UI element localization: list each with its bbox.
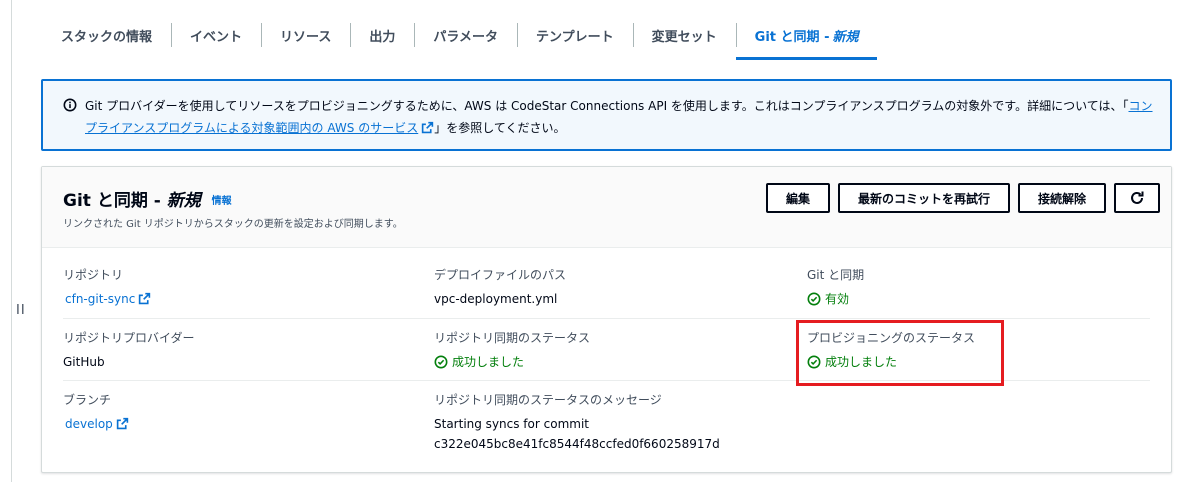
details-row: リポジトリ cfn-git-sync デプロイファイルのパス vpc-deplo… xyxy=(63,267,1150,309)
tab-label: 変更セット xyxy=(651,29,717,45)
action-buttons: 編集 最新のコミットを再試行 接続解除 xyxy=(765,183,1160,213)
git-sync-status: 有効 xyxy=(807,289,1150,309)
deploy-file-path-field: デプロイファイルのパス vpc-deployment.yml xyxy=(434,267,807,309)
info-link[interactable]: 情報 xyxy=(212,196,232,207)
info-alert: Git プロバイダーを使用してリソースをプロビジョニングするために、AWS は … xyxy=(41,79,1172,151)
tab-template[interactable]: テンプレート xyxy=(517,10,633,60)
field-label: ブランチ xyxy=(63,393,112,407)
status-message-line: Starting syncs for commit xyxy=(434,417,589,431)
new-badge: 新規 xyxy=(166,191,201,211)
details-row: ブランチ develop リポジトリ同期のステータスのメッセージ Startin… xyxy=(63,392,1150,454)
tab-outputs[interactable]: 出力 xyxy=(350,10,414,60)
edit-button[interactable]: 編集 xyxy=(765,183,830,213)
repository-link[interactable]: cfn-git-sync xyxy=(63,289,434,309)
branch-value: develop xyxy=(65,417,113,431)
tab-bar: スタックの情報 イベント リソース 出力 パラメータ テンプレート 変更セット … xyxy=(42,10,1172,60)
left-rail xyxy=(0,0,12,482)
new-badge: 新規 xyxy=(832,29,859,45)
branch-link[interactable]: develop xyxy=(63,414,434,434)
field-label: リポジトリ同期のステータス xyxy=(434,331,591,345)
tab-label: パラメータ xyxy=(433,29,499,45)
repo-sync-status: 成功しました xyxy=(434,352,807,372)
refresh-button[interactable] xyxy=(1114,183,1160,213)
sync-status-message-field: リポジトリ同期のステータスのメッセージ Starting syncs for c… xyxy=(434,392,807,454)
panel-title-text: Git と同期 - xyxy=(63,191,161,211)
success-check-icon xyxy=(807,292,821,306)
alert-text-part: Git プロバイダーを使用してリソースをプロビジョニングするために、AWS は … xyxy=(85,99,1129,113)
row-divider xyxy=(63,318,1150,319)
panel-title: Git と同期 - 新規 情報 xyxy=(63,186,232,211)
repository-field: リポジトリ cfn-git-sync xyxy=(63,267,434,309)
tab-events[interactable]: イベント xyxy=(171,10,261,60)
retry-latest-commit-button[interactable]: 最新のコミットを再試行 xyxy=(837,183,1010,213)
git-sync-field: Git と同期 有効 xyxy=(807,267,1150,309)
alert-message: Git プロバイダーを使用してリソースをプロビジョニングするために、AWS は … xyxy=(85,95,1154,139)
highlight-annotation xyxy=(796,320,1004,386)
commit-hash: c322e045bc8e41fc8544f48ccfed0f660258917d xyxy=(434,437,720,451)
tab-label: イベント xyxy=(190,29,243,45)
repository-provider-value: GitHub xyxy=(63,355,105,369)
tab-label: スタックの情報 xyxy=(61,29,153,45)
field-label: リポジトリ同期のステータスのメッセージ xyxy=(434,393,662,407)
branch-field: ブランチ develop xyxy=(63,392,434,454)
panel-description: リンクされた Git リポジトリからスタックの更新を設定および同期します。 xyxy=(63,219,403,230)
repository-value: cfn-git-sync xyxy=(65,292,136,306)
field-label: Git と同期 xyxy=(807,268,865,282)
external-link-icon xyxy=(116,417,128,430)
empty-cell xyxy=(807,392,1150,454)
external-link-icon xyxy=(422,121,434,134)
repository-provider-field: リポジトリプロバイダー GitHub xyxy=(63,330,434,372)
tab-parameters[interactable]: パラメータ xyxy=(414,10,517,60)
tab-resources[interactable]: リソース xyxy=(261,10,350,60)
info-icon xyxy=(63,98,77,112)
tab-stack-info[interactable]: スタックの情報 xyxy=(42,10,171,60)
alert-text-part: 」を参照してください。 xyxy=(434,121,566,135)
disconnect-button[interactable]: 接続解除 xyxy=(1017,183,1106,213)
refresh-icon xyxy=(1131,191,1144,204)
status-text: 成功しました xyxy=(452,355,525,369)
tab-label: テンプレート xyxy=(536,29,614,45)
git-sync-panel: Git と同期 - 新規 情報 リンクされた Git リポジトリからスタックの更… xyxy=(41,166,1172,473)
field-label: リポジトリプロバイダー xyxy=(63,331,195,345)
status-text: 有効 xyxy=(825,292,850,306)
field-label: リポジトリ xyxy=(63,268,124,282)
external-link-icon xyxy=(139,292,151,305)
tab-label: リソース xyxy=(280,29,332,45)
tab-label: 出力 xyxy=(369,29,396,45)
repo-sync-status-field: リポジトリ同期のステータス 成功しました xyxy=(434,330,807,372)
panel-toggle-handle[interactable]: II xyxy=(16,303,26,318)
panel-header: Git と同期 - 新規 情報 リンクされた Git リポジトリからスタックの更… xyxy=(42,167,1171,248)
field-label: デプロイファイルのパス xyxy=(434,268,567,282)
tab-label: Git と同期 - xyxy=(754,29,830,45)
deploy-file-path-value: vpc-deployment.yml xyxy=(434,292,558,306)
tab-git-sync[interactable]: Git と同期 - 新規 xyxy=(735,10,878,60)
success-check-icon xyxy=(434,355,448,369)
tab-change-sets[interactable]: 変更セット xyxy=(632,10,736,60)
